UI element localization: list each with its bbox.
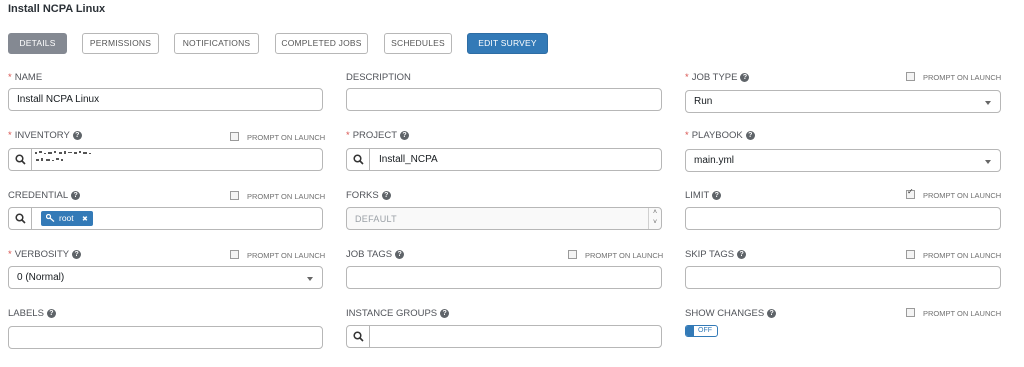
help-icon[interactable]: ?: [712, 191, 722, 200]
show-changes-toggle[interactable]: OFF: [685, 325, 718, 337]
help-icon[interactable]: ?: [71, 191, 81, 200]
search-icon: [15, 213, 26, 224]
playbook-label: * PLAYBOOK?: [685, 130, 755, 141]
description-label: DESCRIPTION: [346, 72, 411, 83]
description-input[interactable]: [346, 88, 662, 111]
help-icon[interactable]: ?: [72, 131, 82, 140]
show-changes-prompt-on-launch[interactable]: PROMPT ON LAUNCH: [906, 308, 1001, 318]
search-lookup-button[interactable]: [347, 326, 370, 347]
search-lookup-button[interactable]: [9, 149, 32, 170]
credential-prompt-on-launch[interactable]: PROMPT ON LAUNCH: [230, 191, 325, 201]
help-icon[interactable]: ?: [400, 131, 410, 140]
checkbox-icon[interactable]: [906, 72, 915, 81]
help-icon[interactable]: ?: [381, 191, 391, 200]
job-type-select[interactable]: Run: [685, 90, 1001, 113]
labels-label: LABELS?: [8, 308, 56, 319]
toggle-knob: [686, 326, 694, 336]
project-lookup[interactable]: Install_NCPA: [346, 148, 662, 171]
instance-groups-label: INSTANCE GROUPS?: [346, 308, 450, 319]
tab-completed-jobs[interactable]: COMPLETED JOBS: [275, 33, 368, 54]
limit-prompt-on-launch[interactable]: PROMPT ON LAUNCH: [906, 187, 1001, 200]
remove-tag-icon[interactable]: ✖: [82, 216, 88, 223]
verbosity-prompt-on-launch[interactable]: PROMPT ON LAUNCH: [230, 250, 325, 260]
tab-notifications[interactable]: NOTIFICATIONS: [174, 33, 259, 54]
help-icon[interactable]: ?: [46, 309, 56, 318]
search-icon: [15, 154, 26, 165]
help-icon[interactable]: ?: [767, 309, 777, 318]
checkbox-icon[interactable]: [906, 308, 915, 317]
redacted-inventory-value: [35, 151, 91, 161]
job-tags-prompt-on-launch[interactable]: PROMPT ON LAUNCH: [568, 250, 663, 260]
job-tags-label: JOB TAGS?: [346, 249, 405, 260]
chevron-down-icon: ˅: [652, 219, 658, 226]
search-lookup-button[interactable]: [9, 208, 32, 229]
help-icon[interactable]: ?: [395, 250, 405, 259]
limit-label: LIMIT?: [685, 190, 722, 201]
job-tags-input[interactable]: [346, 266, 662, 289]
credential-lookup[interactable]: root ✖: [8, 207, 323, 230]
checkbox-icon[interactable]: [230, 191, 239, 200]
chevron-down-icon: [307, 277, 313, 281]
show-changes-label: SHOW CHANGES?: [685, 308, 777, 319]
help-icon[interactable]: ?: [72, 250, 82, 259]
skip-tags-input[interactable]: [685, 266, 1001, 289]
checkbox-icon[interactable]: [230, 250, 239, 259]
job-type-prompt-on-launch[interactable]: PROMPT ON LAUNCH: [906, 72, 1001, 82]
credential-tag: root ✖: [41, 211, 93, 226]
skip-tags-prompt-on-launch[interactable]: PROMPT ON LAUNCH: [906, 250, 1001, 260]
checkbox-checked-icon[interactable]: [906, 187, 915, 199]
inventory-prompt-on-launch[interactable]: PROMPT ON LAUNCH: [230, 132, 325, 142]
help-icon[interactable]: ?: [737, 250, 747, 259]
project-label: * PROJECT?: [346, 130, 410, 141]
name-label: * NAME: [8, 72, 43, 83]
checkbox-icon[interactable]: [568, 250, 577, 259]
labels-input[interactable]: [8, 326, 323, 349]
checkbox-icon[interactable]: [230, 132, 239, 141]
edit-survey-button[interactable]: EDIT SURVEY: [467, 33, 548, 54]
help-icon[interactable]: ?: [745, 131, 755, 140]
search-lookup-button[interactable]: [347, 149, 370, 170]
search-icon: [353, 331, 364, 342]
forks-input[interactable]: DEFAULT ˄ ˅: [346, 207, 662, 230]
instance-groups-lookup[interactable]: [346, 325, 662, 348]
key-icon: [45, 213, 55, 222]
limit-input[interactable]: [685, 207, 1001, 230]
help-icon[interactable]: ?: [740, 73, 750, 82]
job-type-label: * JOB TYPE?: [685, 72, 750, 83]
tab-schedules[interactable]: SCHEDULES: [384, 33, 452, 54]
credential-label: CREDENTIAL?: [8, 190, 81, 201]
playbook-select[interactable]: main.yml: [685, 149, 1001, 172]
skip-tags-label: SKIP TAGS?: [685, 249, 747, 260]
chevron-down-icon: [985, 160, 991, 164]
verbosity-select[interactable]: 0 (Normal): [8, 266, 323, 289]
help-icon[interactable]: ?: [440, 309, 450, 318]
verbosity-label: * VERBOSITY?: [8, 249, 82, 260]
chevron-down-icon: [985, 101, 991, 105]
search-icon: [353, 154, 364, 165]
checkbox-icon[interactable]: [906, 250, 915, 259]
name-input[interactable]: Install NCPA Linux: [8, 88, 323, 111]
chevron-up-icon: ˄: [652, 209, 658, 216]
page-title: Install NCPA Linux: [8, 3, 106, 15]
tab-permissions[interactable]: PERMISSIONS: [82, 33, 159, 54]
inventory-label: * INVENTORY?: [8, 130, 82, 141]
tab-details[interactable]: DETAILS: [8, 33, 67, 54]
forks-label: FORKS?: [346, 190, 391, 201]
forks-stepper[interactable]: ˄ ˅: [648, 208, 661, 229]
